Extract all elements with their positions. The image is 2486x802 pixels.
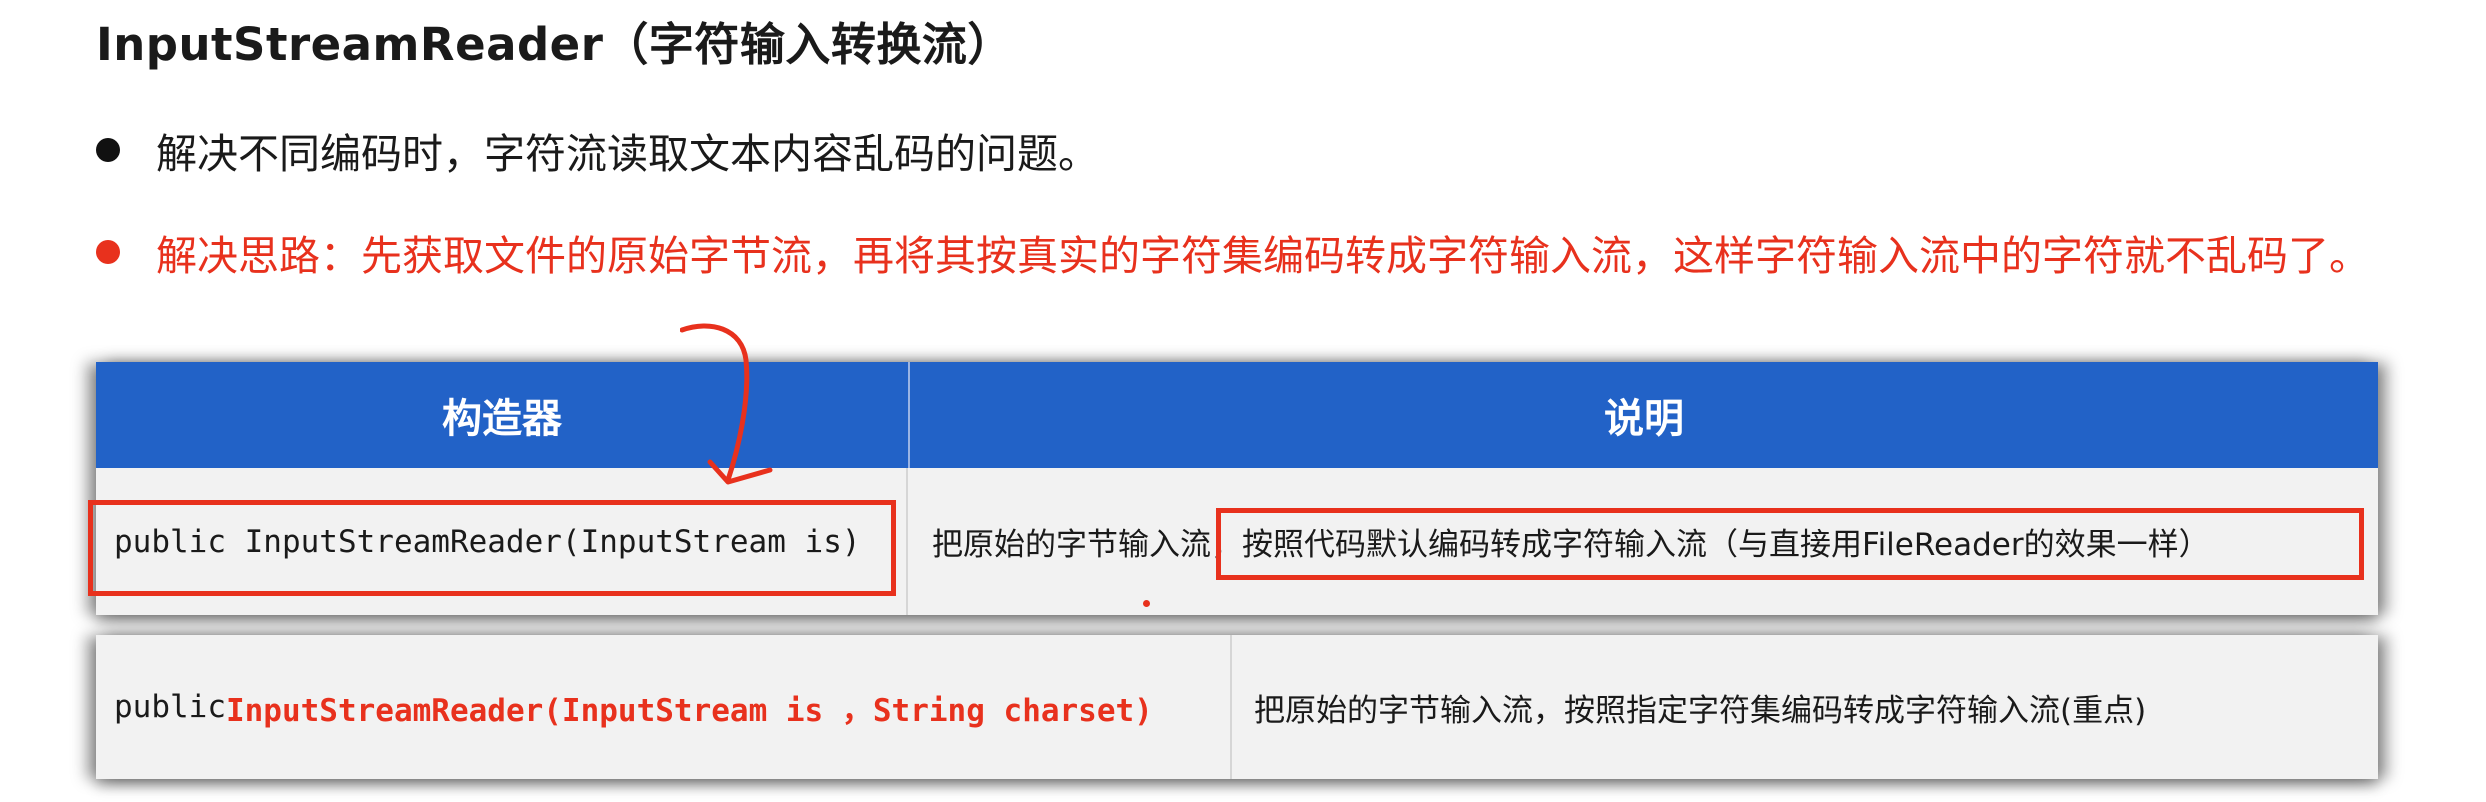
annotation-arrow-icon (680, 323, 773, 485)
constructor-cell: public InputStreamReader(InputStream is … (96, 635, 1232, 779)
bullet-text: 解决不同编码时，字符流读取文本内容乱码的问题。 (156, 130, 1099, 178)
annotation-box-description (1216, 508, 2364, 580)
bullet-dot-icon (96, 240, 120, 264)
bullet-dot-icon (96, 138, 120, 162)
bullet-text: 解决思路：先获取文件的原始字节流，再将其按真实的字符集编码转成字符输入流，这样字… (156, 232, 2370, 280)
page-title: InputStreamReader（字符输入转换流） (96, 18, 1013, 71)
table-row: public InputStreamReader(InputStream is … (96, 635, 2378, 779)
annotation-dot (1143, 600, 1150, 607)
table-header: 构造器 说明 (96, 362, 2378, 468)
description-cell: 把原始的字节输入流，按照指定字符集编码转成字符输入流(重点) (1254, 692, 2147, 729)
bullet-item: 解决不同编码时，字符流读取文本内容乱码的问题。 (96, 120, 1099, 180)
constructor-highlight: InputStreamReader(InputStream is ，String… (225, 692, 1153, 729)
annotation-box-constructor (88, 500, 896, 596)
bullet-item-highlight: 解决思路：先获取文件的原始字节流，再将其按真实的字符集编码转成字符输入流，这样字… (96, 222, 2370, 282)
constructor-prefix: public (114, 689, 226, 725)
header-description: 说明 (1604, 396, 1684, 442)
